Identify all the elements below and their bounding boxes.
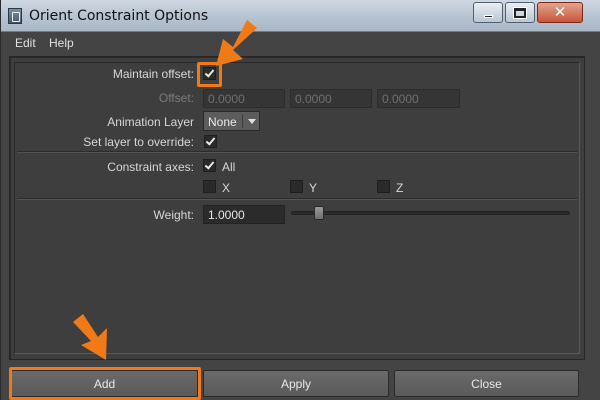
orient-constraint-window: Orient Constraint Options ✕ Edit Help Ma…	[0, 0, 600, 400]
arrow-icon	[73, 314, 107, 360]
annotation-arrows	[73, 20, 257, 360]
arrow-icon	[216, 20, 257, 66]
